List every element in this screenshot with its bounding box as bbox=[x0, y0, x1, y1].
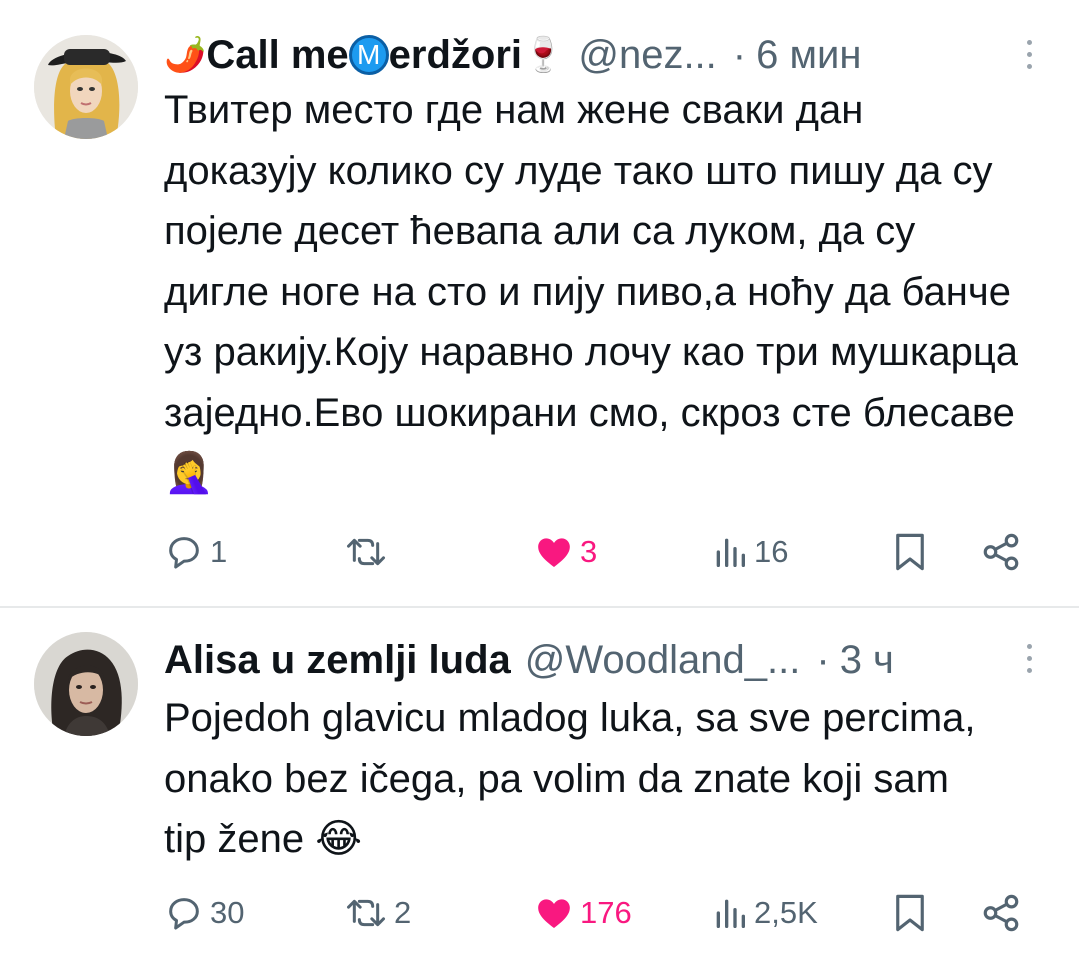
bookmark-icon bbox=[896, 894, 924, 932]
views-icon bbox=[716, 538, 745, 567]
more-icon[interactable] bbox=[1025, 40, 1033, 69]
timestamp[interactable]: 3 ч bbox=[840, 638, 894, 683]
tweet[interactable]: Alisa u zemlji luda @Woodland_... · 3 ч … bbox=[0, 608, 1079, 964]
author-name[interactable]: 🌶️ Call me M erdžori 🍷 bbox=[164, 33, 564, 78]
author-handle[interactable]: @Woodland_... bbox=[525, 638, 801, 683]
author-name[interactable]: Alisa u zemlji luda bbox=[164, 638, 511, 683]
separator-dot: · bbox=[816, 637, 830, 682]
author-name-part: Call me bbox=[206, 32, 349, 77]
action-bar: 30 2 176 2,5K bbox=[164, 888, 1039, 938]
like-count: 176 bbox=[580, 895, 632, 930]
chili-emoji-icon: 🌶️ bbox=[164, 36, 207, 74]
views-count: 2,5K bbox=[754, 895, 818, 930]
bookmark-icon bbox=[896, 533, 924, 571]
timestamp[interactable]: 6 мин bbox=[756, 33, 861, 78]
like-count: 3 bbox=[580, 534, 598, 569]
repost-button[interactable] bbox=[344, 527, 394, 577]
wine-emoji-icon: 🍷 bbox=[522, 36, 565, 74]
repost-icon bbox=[347, 538, 385, 566]
tweet-header: 🌶️ Call me M erdžori 🍷 @nez... · 6 мин bbox=[164, 27, 1029, 83]
laughing-emoji-icon: 😂 bbox=[315, 817, 362, 861]
reply-button[interactable]: 30 bbox=[164, 888, 244, 938]
author-name-part: erdžori bbox=[388, 32, 522, 77]
tweet-text-content: Твитер место где нам жене сваки дан дока… bbox=[164, 88, 1019, 435]
like-button[interactable]: 3 bbox=[534, 527, 597, 577]
repost-icon bbox=[347, 899, 385, 927]
tweet-header: Alisa u zemlji luda @Woodland_... · 3 ч bbox=[164, 632, 1029, 688]
heart-icon bbox=[538, 538, 570, 567]
avatar[interactable] bbox=[34, 35, 138, 139]
reply-count: 30 bbox=[210, 895, 245, 930]
circled-letter-icon: M bbox=[348, 35, 389, 75]
action-bar: 1 3 16 bbox=[164, 527, 1039, 577]
bookmark-button[interactable] bbox=[892, 888, 928, 938]
share-icon bbox=[983, 533, 1019, 571]
share-button[interactable] bbox=[980, 527, 1022, 577]
views-icon bbox=[716, 899, 745, 928]
reply-button[interactable]: 1 bbox=[164, 527, 227, 577]
tweet-text: Pojedoh glavicu mladog luka, sa sve perc… bbox=[164, 688, 984, 870]
tweet[interactable]: 🌶️ Call me M erdžori 🍷 @nez... · 6 мин Т… bbox=[0, 0, 1079, 606]
facepalm-emoji-icon: 🤦‍♀️ bbox=[164, 451, 214, 495]
views-button[interactable]: 16 bbox=[712, 527, 788, 577]
heart-icon bbox=[538, 899, 570, 928]
tweet-text-content: Pojedoh glavicu mladog luka, sa sve perc… bbox=[164, 696, 976, 861]
reply-count: 1 bbox=[210, 534, 228, 569]
repost-button[interactable]: 2 bbox=[344, 888, 411, 938]
reply-icon bbox=[169, 898, 199, 930]
avatar[interactable] bbox=[34, 632, 138, 736]
share-icon bbox=[983, 894, 1019, 932]
like-button[interactable]: 176 bbox=[534, 888, 632, 938]
bookmark-button[interactable] bbox=[892, 527, 928, 577]
reply-icon bbox=[169, 537, 199, 569]
share-button[interactable] bbox=[980, 888, 1022, 938]
more-icon[interactable] bbox=[1025, 644, 1033, 673]
separator-dot: · bbox=[732, 32, 747, 77]
views-count: 16 bbox=[754, 534, 789, 569]
repost-count: 2 bbox=[394, 895, 412, 930]
author-handle[interactable]: @nez... bbox=[578, 33, 716, 78]
tweet-text: Твитер место где нам жене сваки дан дока… bbox=[164, 80, 1024, 504]
views-button[interactable]: 2,5K bbox=[712, 888, 818, 938]
